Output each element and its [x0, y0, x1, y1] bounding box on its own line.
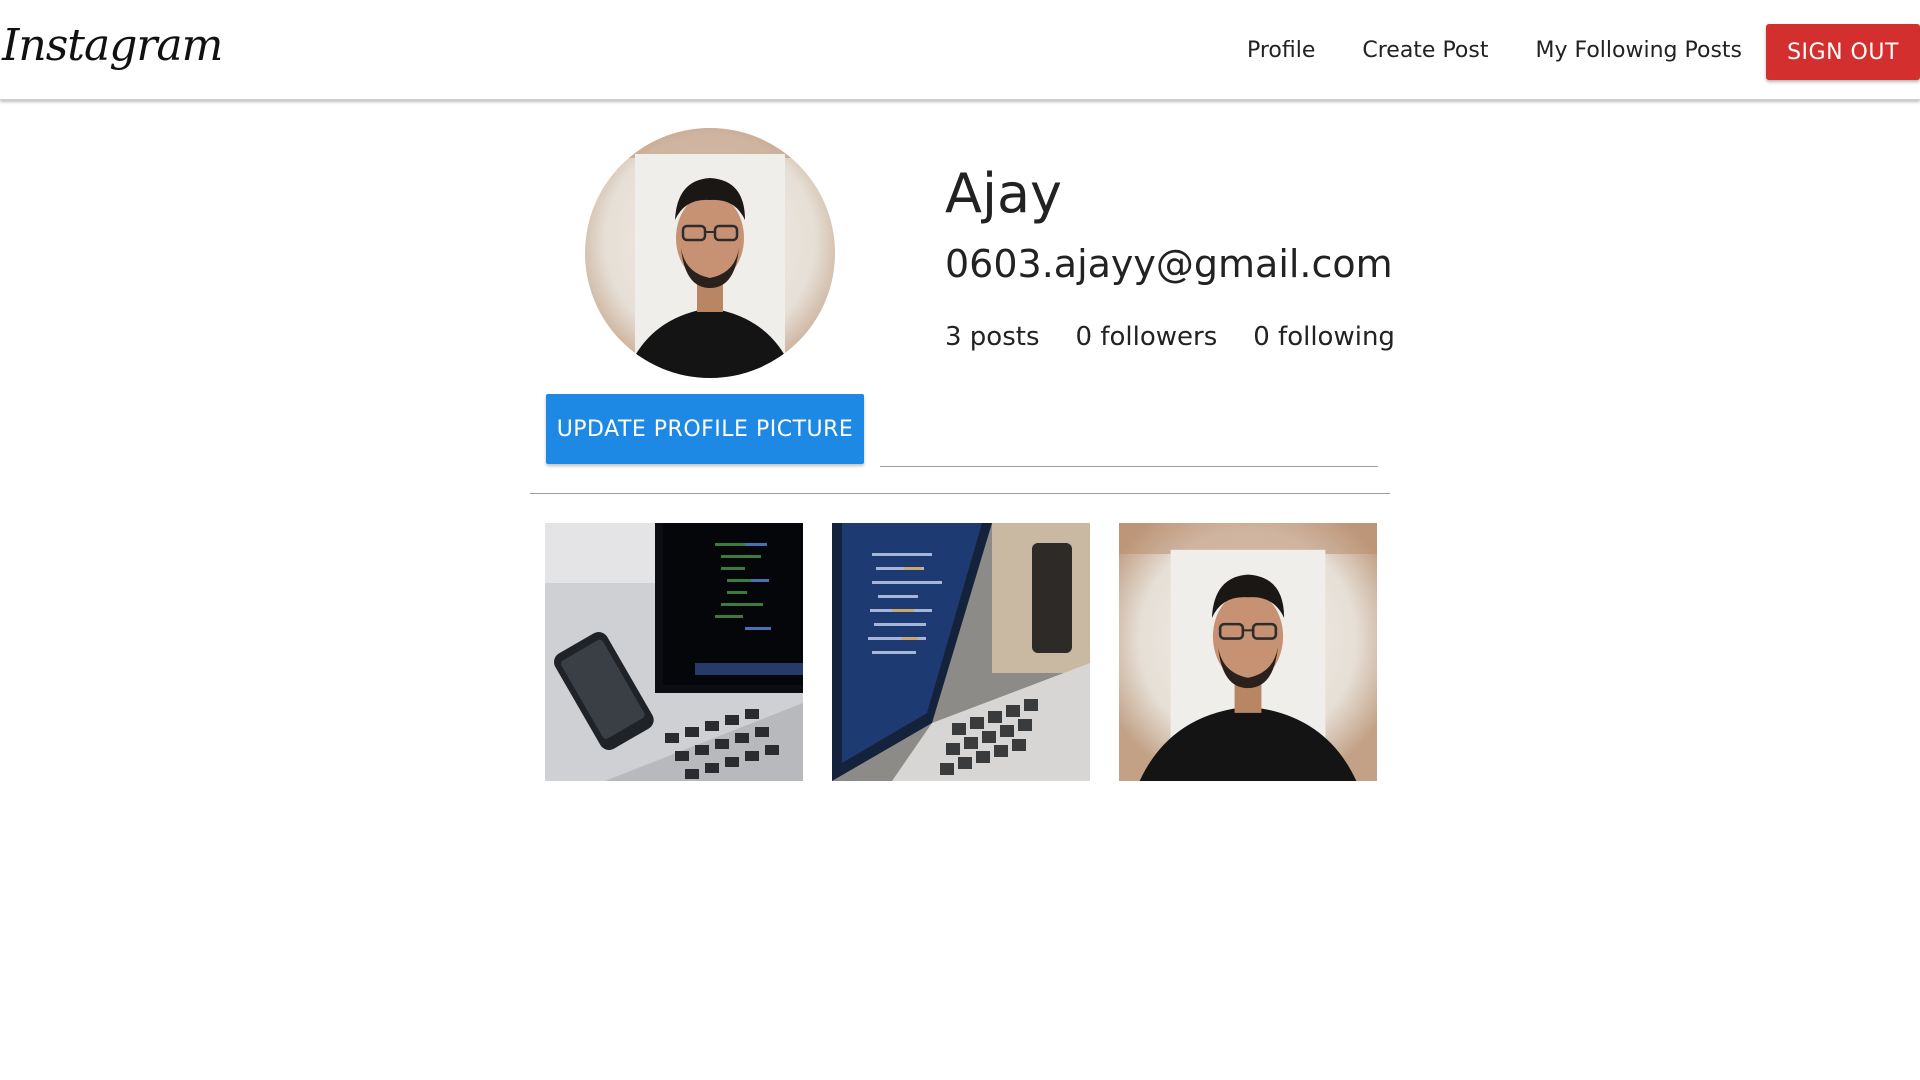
profile-stats: 3 posts 0 followers 0 following: [945, 322, 1431, 352]
update-profile-picture-button[interactable]: UPDATE PROFILE PICTURE: [546, 394, 864, 464]
portrait-photo-icon: [1119, 523, 1377, 781]
profile-name: Ajay: [945, 162, 1062, 225]
nav-link-profile[interactable]: Profile: [1247, 38, 1315, 63]
brand-logo[interactable]: Instagram: [2, 20, 223, 71]
nav-links: Profile Create Post My Following Posts S…: [1247, 0, 1920, 100]
following-count: 0 following: [1253, 322, 1395, 352]
posts-count: 3 posts: [945, 322, 1040, 352]
profile-divider: [530, 493, 1390, 494]
navbar: Instagram Profile Create Post My Followi…: [0, 0, 1920, 100]
post-thumbnail[interactable]: [545, 523, 803, 781]
followers-count: 0 followers: [1075, 322, 1218, 352]
sign-out-button[interactable]: SIGN OUT: [1766, 24, 1920, 80]
nav-link-following-posts[interactable]: My Following Posts: [1535, 38, 1742, 63]
posts-gallery: [545, 523, 1377, 781]
post-thumbnail[interactable]: [1119, 523, 1377, 781]
avatar: [585, 128, 835, 378]
profile-email: 0603.ajayy@gmail.com: [945, 242, 1393, 286]
post-thumbnail[interactable]: [832, 523, 1090, 781]
nav-link-create-post[interactable]: Create Post: [1362, 38, 1488, 63]
file-path-input[interactable]: [880, 420, 1378, 467]
profile-photo-icon: [585, 128, 835, 378]
laptop-screen-photo-icon: [832, 523, 1090, 781]
laptop-code-photo-icon: [545, 523, 803, 781]
